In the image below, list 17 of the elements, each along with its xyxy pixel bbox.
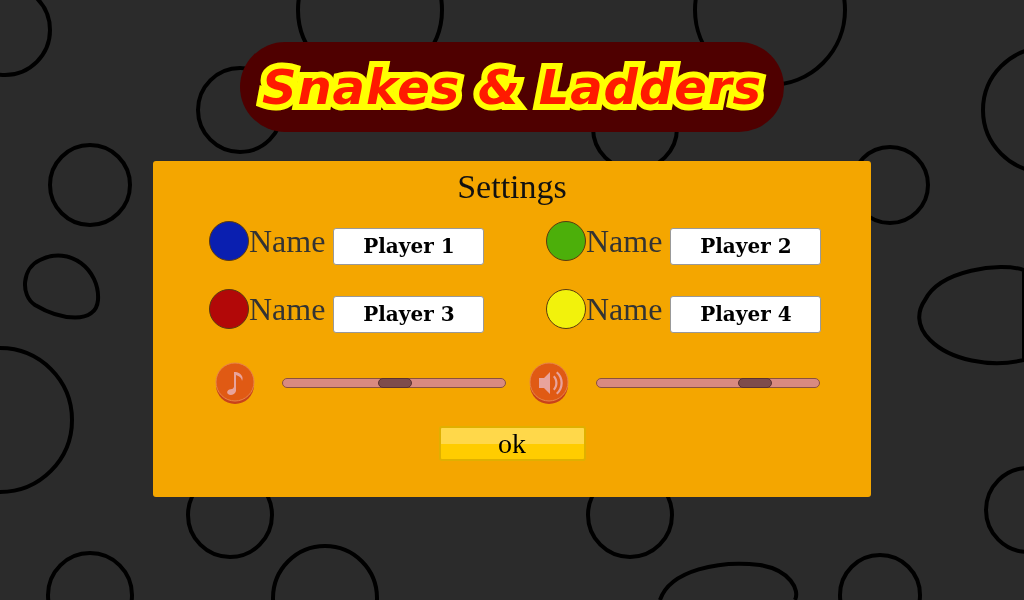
- name-label: Name: [249, 291, 326, 327]
- name-label: Name: [586, 223, 663, 259]
- name-label: Name: [249, 223, 326, 259]
- music-volume-slider[interactable]: [282, 378, 506, 388]
- player-name-field[interactable]: Player 4: [670, 295, 822, 333]
- game-logo-title: Snakes & Ladders: [239, 42, 785, 132]
- slider-thumb[interactable]: [737, 378, 772, 388]
- player-name-field[interactable]: Player 3: [333, 295, 485, 333]
- player-name-field[interactable]: Player 1: [333, 227, 485, 265]
- ok-button[interactable]: ok: [438, 426, 586, 461]
- speaker-icon[interactable]: [529, 362, 569, 406]
- slider-thumb[interactable]: [378, 378, 412, 388]
- dialog-title: Settings: [457, 167, 567, 207]
- music-note-icon[interactable]: [215, 362, 255, 406]
- sound-volume-slider[interactable]: [596, 378, 820, 388]
- name-label: Name: [586, 291, 663, 327]
- player-name-field[interactable]: Player 2: [670, 227, 822, 265]
